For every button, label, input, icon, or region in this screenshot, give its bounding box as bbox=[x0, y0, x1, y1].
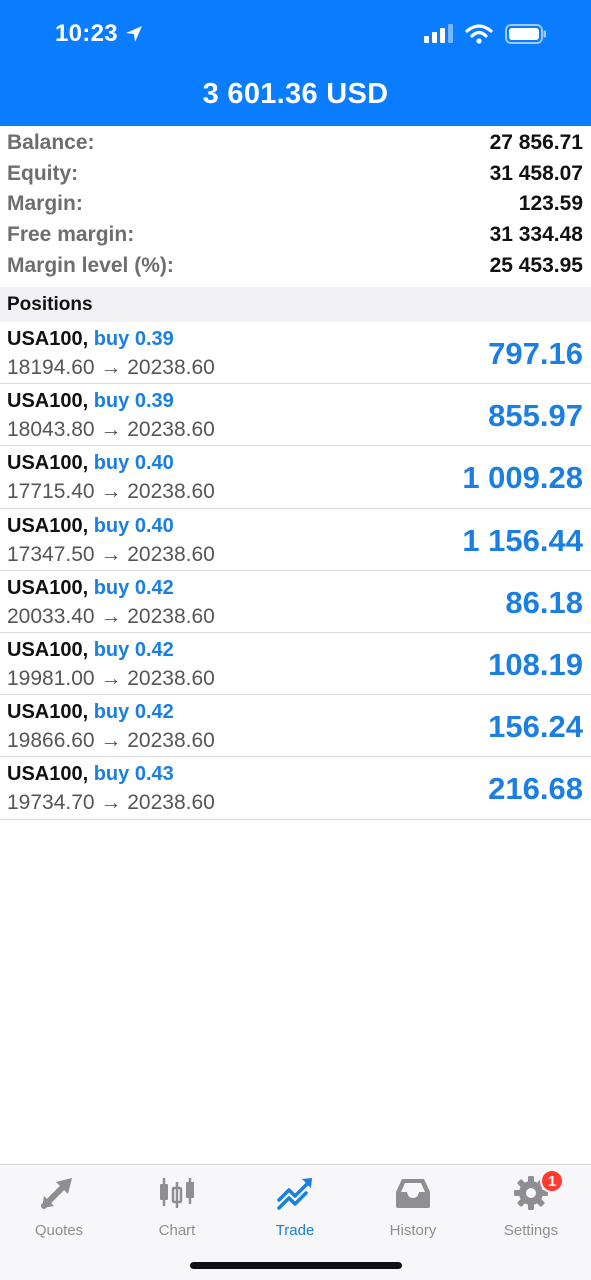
position-side: buy 0.40 bbox=[93, 452, 174, 475]
position-profit: 86.18 bbox=[505, 584, 583, 620]
equity-label: Equity: bbox=[7, 161, 79, 185]
position-row[interactable]: USA100, buy 0.42 19981.00 → 20238.60 108… bbox=[0, 633, 591, 696]
position-title: USA100, buy 0.40 bbox=[7, 452, 174, 475]
position-row[interactable]: USA100, buy 0.42 20033.40 → 20238.60 86.… bbox=[0, 571, 591, 633]
position-row[interactable]: USA100, buy 0.40 17715.40 → 20238.60 1 0… bbox=[0, 446, 591, 509]
position-symbol: USA100, bbox=[7, 452, 89, 475]
battery-icon bbox=[505, 24, 546, 44]
position-prices: 19734.70 → 20238.60 bbox=[7, 791, 215, 815]
free-margin-label: Free margin: bbox=[7, 223, 135, 247]
status-indicators bbox=[423, 24, 547, 44]
position-prices: 19866.60 → 20238.60 bbox=[7, 729, 215, 753]
position-symbol: USA100, bbox=[7, 763, 89, 786]
summary-row-free-margin: Free margin: 31 334.48 bbox=[0, 220, 591, 251]
location-arrow-icon bbox=[125, 26, 142, 42]
position-row[interactable]: USA100, buy 0.43 19734.70 → 20238.60 216… bbox=[0, 757, 591, 820]
status-time: 10:23 bbox=[55, 20, 144, 48]
free-margin-value: 31 334.48 bbox=[489, 223, 583, 247]
position-symbol: USA100, bbox=[7, 638, 89, 661]
positions-list: USA100, buy 0.39 18194.60 → 20238.60 797… bbox=[0, 322, 591, 820]
account-profit-title: 3 601.36 USD bbox=[202, 78, 389, 110]
wifi-icon bbox=[465, 24, 493, 44]
position-title: USA100, buy 0.42 bbox=[7, 639, 174, 662]
tab-quotes[interactable]: Quotes bbox=[0, 1173, 118, 1241]
summary-row-margin-level: Margin level (%): 25 453.95 bbox=[0, 250, 591, 281]
chart-candles-icon bbox=[160, 1178, 194, 1208]
summary-row-equity: Equity: 31 458.07 bbox=[0, 159, 591, 190]
position-row[interactable]: USA100, buy 0.39 18043.80 → 20238.60 855… bbox=[0, 384, 591, 447]
position-side: buy 0.43 bbox=[93, 763, 174, 786]
position-profit: 1 156.44 bbox=[462, 522, 583, 558]
position-symbol: USA100, bbox=[7, 328, 89, 350]
position-profit: 797.16 bbox=[488, 336, 583, 371]
history-inbox-icon bbox=[396, 1179, 430, 1208]
account-summary: Balance: 27 856.71 Equity: 31 458.07 Mar… bbox=[0, 128, 591, 281]
position-row[interactable]: USA100, buy 0.42 19866.60 → 20238.60 156… bbox=[0, 695, 591, 758]
position-profit: 156.24 bbox=[488, 709, 583, 745]
position-side: buy 0.39 bbox=[93, 390, 174, 413]
position-profit: 216.68 bbox=[488, 771, 583, 807]
position-title: USA100, buy 0.42 bbox=[7, 701, 174, 724]
position-side: buy 0.39 bbox=[93, 328, 174, 350]
balance-label: Balance: bbox=[7, 131, 95, 155]
tab-history[interactable]: History bbox=[354, 1173, 472, 1241]
margin-label: Margin: bbox=[7, 192, 83, 216]
position-prices: 17715.40 → 20238.60 bbox=[7, 480, 215, 504]
trade-icon bbox=[277, 1178, 312, 1210]
tab-settings-label: Settings bbox=[503, 1222, 559, 1239]
equity-value: 31 458.07 bbox=[489, 161, 583, 185]
status-time-text: 10:23 bbox=[55, 20, 118, 47]
quotes-icon bbox=[41, 1178, 72, 1209]
position-row[interactable]: USA100, buy 0.39 18194.60 → 20238.60 797… bbox=[0, 322, 591, 385]
position-profit: 1 009.28 bbox=[462, 460, 583, 496]
position-symbol: USA100, bbox=[7, 701, 89, 724]
tab-trade[interactable]: Trade bbox=[236, 1173, 354, 1241]
tab-trade-label: Trade bbox=[275, 1222, 315, 1239]
position-side: buy 0.42 bbox=[93, 576, 174, 599]
position-prices: 17347.50 → 20238.60 bbox=[7, 542, 215, 566]
tab-history-label: History bbox=[389, 1222, 437, 1239]
position-row[interactable]: USA100, buy 0.40 17347.50 → 20238.60 1 1… bbox=[0, 509, 591, 571]
tab-settings[interactable]: 1 Settings bbox=[472, 1169, 590, 1241]
home-indicator bbox=[190, 1262, 402, 1269]
tab-chart-label: Chart bbox=[158, 1222, 196, 1239]
margin-value: 123.59 bbox=[518, 192, 583, 216]
balance-value: 27 856.71 bbox=[489, 131, 583, 155]
position-title: USA100, buy 0.40 bbox=[7, 515, 174, 538]
margin-level-label: Margin level (%): bbox=[7, 253, 174, 277]
position-profit: 108.19 bbox=[488, 646, 583, 682]
position-profit: 855.97 bbox=[488, 398, 583, 434]
summary-row-balance: Balance: 27 856.71 bbox=[0, 128, 591, 159]
position-prices: 19981.00 → 20238.60 bbox=[7, 666, 215, 690]
tab-chart[interactable]: Chart bbox=[118, 1173, 236, 1241]
tab-quotes-label: Quotes bbox=[34, 1222, 84, 1239]
position-title: USA100, buy 0.42 bbox=[7, 577, 174, 600]
positions-section-header: Positions bbox=[0, 287, 591, 322]
position-title: USA100, buy 0.39 bbox=[7, 390, 174, 413]
position-title: USA100, buy 0.43 bbox=[7, 763, 174, 786]
summary-row-margin: Margin: 123.59 bbox=[0, 189, 591, 220]
settings-badge: 1 bbox=[540, 1169, 564, 1193]
position-symbol: USA100, bbox=[7, 514, 89, 537]
top-bar: 10:23 3 601.36 USD bbox=[0, 0, 591, 126]
position-side: buy 0.40 bbox=[93, 514, 174, 537]
position-side: buy 0.42 bbox=[93, 638, 174, 661]
position-prices: 20033.40 → 20238.60 bbox=[7, 604, 215, 628]
position-prices: 18194.60 → 20238.60 bbox=[7, 356, 215, 379]
margin-level-value: 25 453.95 bbox=[489, 253, 583, 277]
position-title: USA100, buy 0.39 bbox=[7, 328, 174, 351]
position-symbol: USA100, bbox=[7, 390, 89, 413]
position-side: buy 0.42 bbox=[93, 701, 174, 724]
position-prices: 18043.80 → 20238.60 bbox=[7, 418, 215, 442]
signal-icon bbox=[424, 24, 453, 43]
position-symbol: USA100, bbox=[7, 576, 89, 599]
